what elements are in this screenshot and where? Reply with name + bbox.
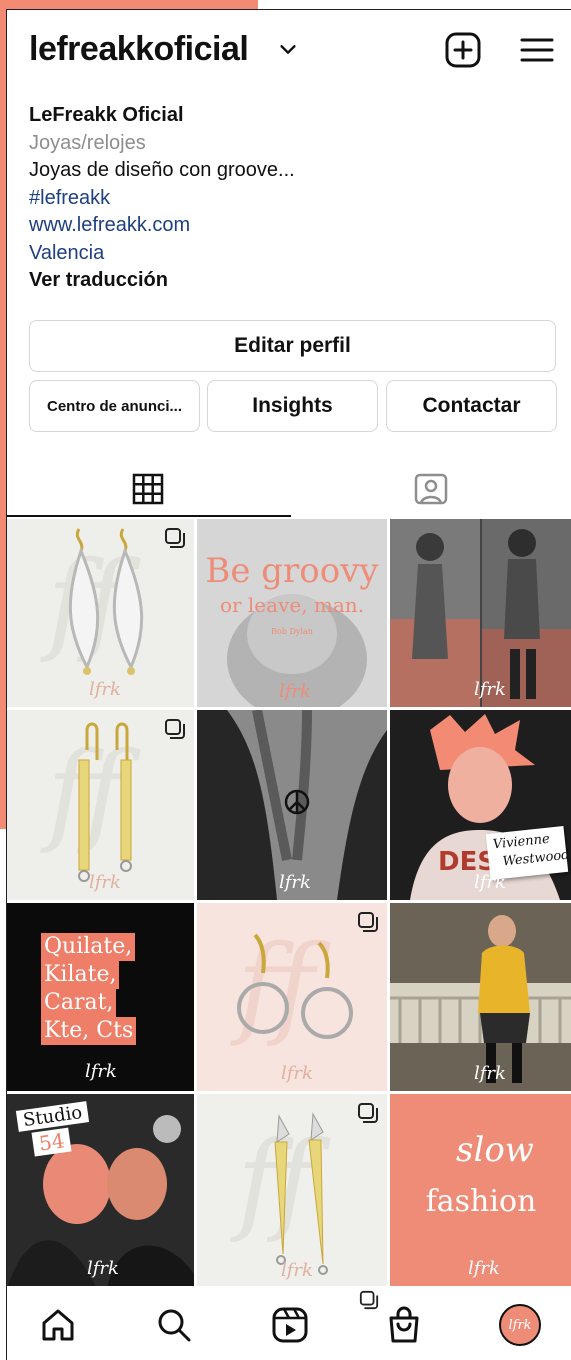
- multiple-photos-icon: [358, 912, 378, 932]
- profile-screen: lefreakkoficial LeFreakk Oficial Joyas/r…: [6, 9, 571, 1360]
- tagged-icon: [414, 473, 448, 505]
- translate-link[interactable]: Ver traducción: [29, 267, 295, 295]
- brand-mark: lfrk: [89, 679, 121, 700]
- brand-mark: lfrk: [281, 1260, 313, 1281]
- multiple-photos-icon: [165, 719, 185, 739]
- post-be-groovy[interactable]: Be groovy or leave, man. Bob Dylan lfrk: [197, 519, 387, 707]
- post-subtitle: or leave, man.: [219, 593, 365, 617]
- post-title: Be groovy: [205, 551, 379, 591]
- unit-label: Kte, Cts: [41, 1017, 137, 1045]
- post-vivienne-westwood[interactable]: DES Vivienne Westwood. lfrk: [390, 710, 571, 900]
- insights-button[interactable]: Insights: [207, 380, 378, 432]
- edit-profile-button[interactable]: Editar perfil: [29, 320, 556, 372]
- post-vintage-fashion[interactable]: lfrk: [390, 519, 571, 707]
- brand-mark: lfrk: [474, 872, 506, 893]
- brand-mark: lfrk: [474, 679, 506, 700]
- post-yellow-sweater[interactable]: lfrk: [390, 903, 571, 1091]
- shop-icon[interactable]: [385, 1306, 423, 1344]
- avatar-brand-mark: lfrk: [508, 1317, 532, 1333]
- brand-mark: lfrk: [279, 681, 311, 702]
- ad-center-button[interactable]: Centro de anunci...: [29, 380, 200, 432]
- new-post-icon[interactable]: [443, 30, 483, 70]
- tab-tagged[interactable]: [290, 460, 571, 518]
- brand-mark: lfrk: [89, 872, 121, 893]
- multiple-photos-icon: [358, 1103, 378, 1123]
- website-link[interactable]: www.lefreakk.com: [29, 212, 295, 240]
- profile-bio: LeFreakk Oficial Joyas/relojes Joyas de …: [29, 102, 295, 295]
- multiple-photos-icon: [359, 1290, 379, 1310]
- profile-description: Joyas de diseño con groove...: [29, 159, 295, 181]
- post-earrings-bar[interactable]: ff lfrk: [7, 710, 194, 900]
- chevron-down-icon[interactable]: [277, 38, 299, 60]
- post-peace-ring[interactable]: lfrk: [197, 710, 387, 900]
- unit-label: Quilate,: [41, 933, 136, 961]
- post-slow-fashion[interactable]: slow fashion lfrk: [390, 1094, 571, 1289]
- post-spike-earrings[interactable]: ff lfrk: [197, 1094, 387, 1289]
- slow-text: slow: [456, 1130, 534, 1170]
- profile-tabs: [7, 460, 571, 518]
- post-units[interactable]: Quilate, Kilate, Carat, Kte, Cts lfrk: [7, 903, 194, 1091]
- top-bar: lefreakkoficial: [7, 10, 571, 90]
- brand-mark: lfrk: [87, 1258, 119, 1279]
- search-icon[interactable]: [155, 1306, 193, 1344]
- brand-mark: lfrk: [281, 1063, 313, 1084]
- grid-icon: [132, 473, 164, 505]
- units-list: Quilate, Kilate, Carat, Kte, Cts: [41, 933, 137, 1045]
- bottom-navigation: lfrk: [7, 1286, 571, 1360]
- svg-text:ff: ff: [230, 921, 331, 1049]
- signature-line1: Vivienne: [492, 831, 551, 853]
- profile-avatar[interactable]: lfrk: [499, 1304, 541, 1346]
- post-earrings-leaf[interactable]: ff lfrk: [7, 519, 194, 707]
- brand-mark: lfrk: [474, 1063, 506, 1084]
- brand-mark: lfrk: [279, 872, 311, 893]
- fashion-text: fashion: [425, 1184, 537, 1219]
- profile-category: Joyas/relojes: [29, 131, 146, 154]
- post-studio-54[interactable]: Studio 54 lfrk: [7, 1094, 194, 1289]
- unit-label: Kilate,: [41, 961, 120, 989]
- home-icon[interactable]: [39, 1306, 77, 1344]
- reels-icon[interactable]: [271, 1306, 309, 1344]
- menu-icon[interactable]: [517, 30, 557, 70]
- profile-name: LeFreakk Oficial: [29, 104, 184, 126]
- unit-label: Carat,: [41, 989, 117, 1017]
- location-link[interactable]: Valencia: [29, 240, 295, 268]
- signature-line2: Westwood.: [502, 847, 571, 870]
- post-credit: Bob Dylan: [271, 627, 313, 636]
- active-tab-indicator: [7, 515, 291, 517]
- username-switcher[interactable]: lefreakkoficial: [29, 30, 249, 69]
- background-decoration: [0, 0, 258, 9]
- hashtag-link[interactable]: #lefreakk: [29, 185, 295, 213]
- brand-mark: lfrk: [468, 1258, 500, 1279]
- posts-grid: ff lfrk Be groovy or leave, man.: [7, 519, 571, 1289]
- multiple-photos-icon: [165, 528, 185, 548]
- tab-posts-grid[interactable]: [7, 460, 289, 518]
- brand-mark: lfrk: [85, 1061, 117, 1082]
- post-hoop-earrings[interactable]: ff lfrk: [197, 903, 387, 1091]
- contact-button[interactable]: Contactar: [386, 380, 557, 432]
